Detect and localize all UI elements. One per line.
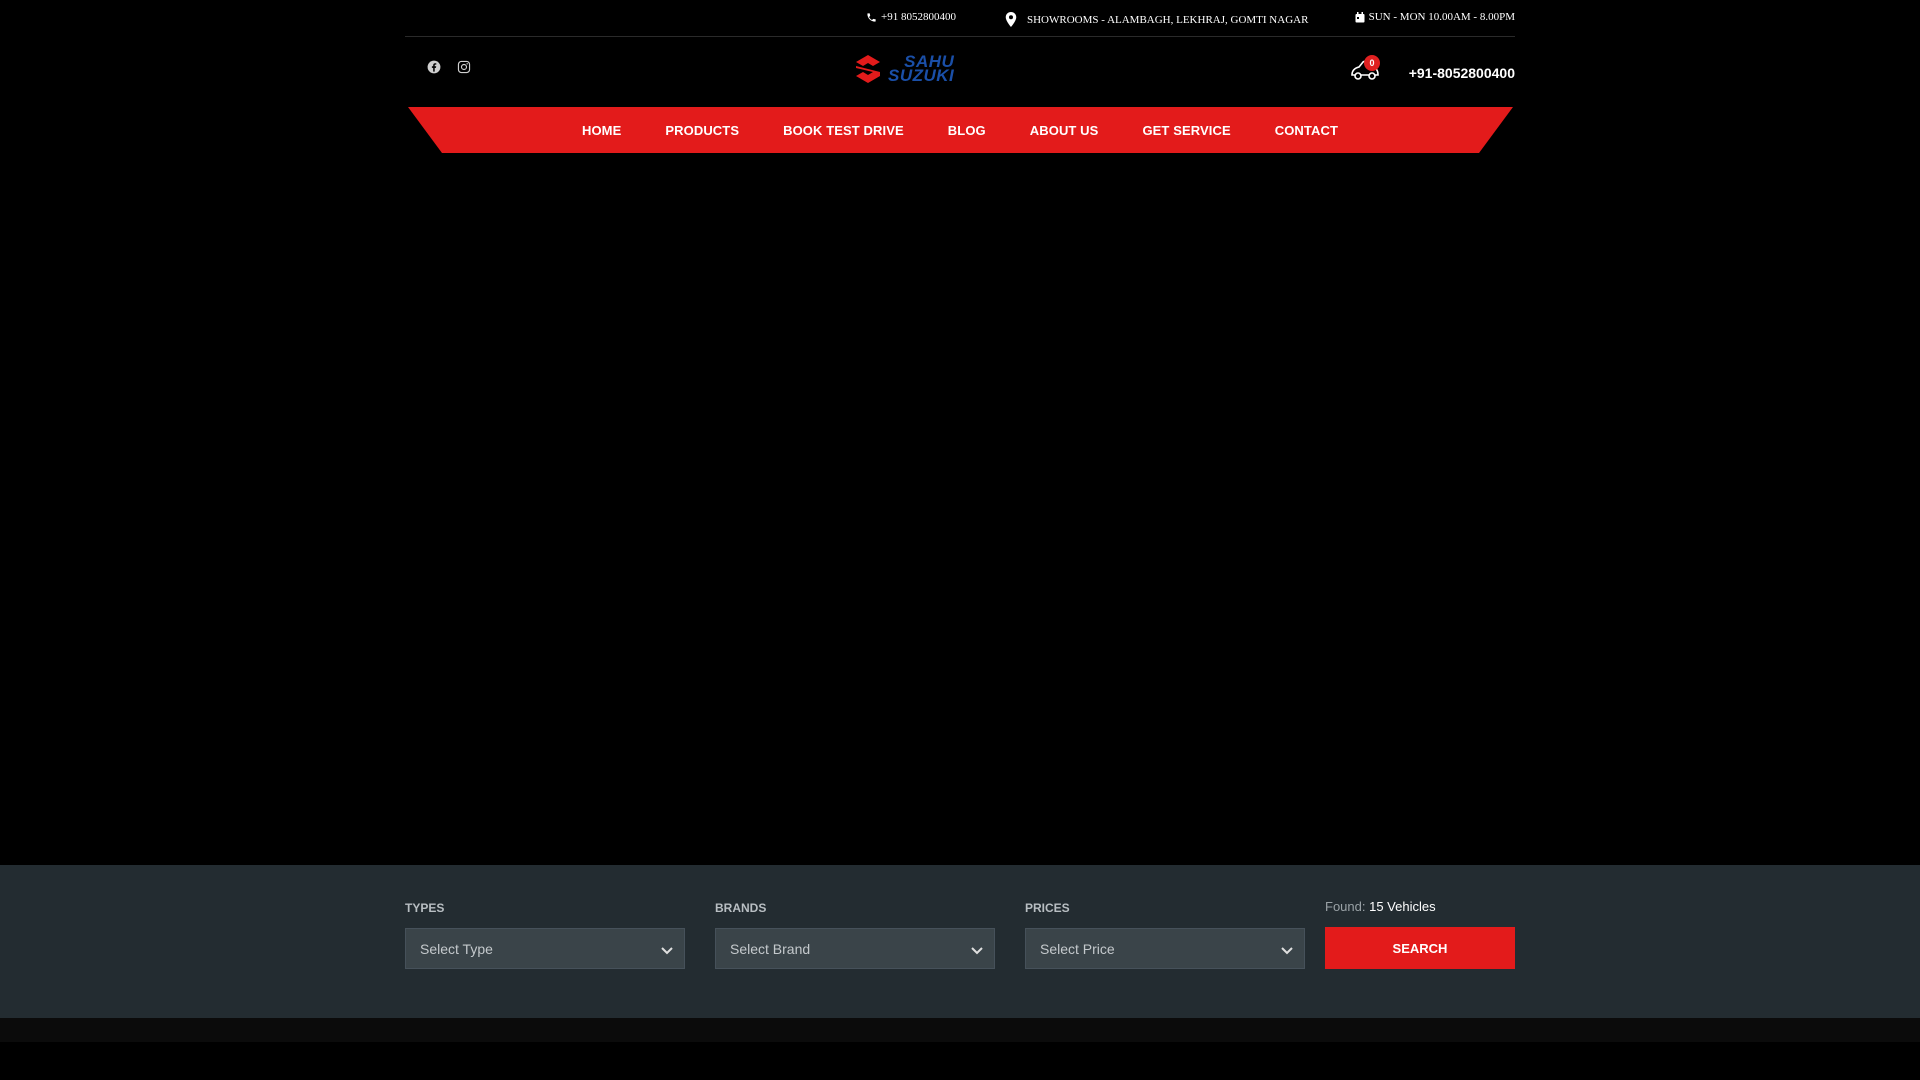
topbar-phone[interactable]: +91 8052800400 <box>866 11 956 23</box>
nav-item-get-service[interactable]: GET SERVICE <box>1120 123 1252 138</box>
prices-label: PRICES <box>1025 901 1070 915</box>
types-select[interactable]: Select Type <box>405 928 685 969</box>
page-bottom-strip <box>0 1018 1920 1042</box>
cart-count-badge: 0 <box>1364 55 1380 71</box>
cart-button[interactable]: 0 <box>1350 55 1382 83</box>
site-logo[interactable]: SAHU SUZUKI <box>854 53 955 85</box>
top-bar: +91 8052800400 SHOWROOMS - ALAMBAGH, LEK… <box>405 0 1515 37</box>
topbar-phone-text: +91 8052800400 <box>881 11 956 23</box>
prices-select-value: Select Price <box>1040 941 1115 957</box>
prices-select[interactable]: Select Price <box>1025 928 1305 969</box>
nav-item-blog[interactable]: BLOG <box>926 123 1008 138</box>
vehicle-search-panel: TYPES Select Type BRANDS Select Brand PR… <box>0 865 1920 1018</box>
nav-item-home[interactable]: HOME <box>560 123 643 138</box>
types-select-value: Select Type <box>420 941 493 957</box>
nav-item-about-us[interactable]: ABOUT US <box>1008 123 1121 138</box>
logo-line-2: SUZUKI <box>888 66 955 85</box>
header-phone[interactable]: +91-8052800400 <box>1409 65 1515 81</box>
search-panel-inner: TYPES Select Type BRANDS Select Brand PR… <box>405 865 1515 1018</box>
nav-items: HOME PRODUCTS BOOK TEST DRIVE BLOG ABOUT… <box>405 107 1515 153</box>
phone-icon <box>867 12 876 22</box>
location-pin-icon <box>1005 12 1017 27</box>
chevron-down-icon <box>661 947 673 955</box>
brands-label: BRANDS <box>715 901 767 915</box>
hero-banner <box>0 153 1920 865</box>
suzuki-s-logo-icon <box>856 55 880 83</box>
calendar-icon <box>1355 11 1365 22</box>
search-button[interactable]: SEARCH <box>1325 927 1515 969</box>
nav-item-contact[interactable]: CONTACT <box>1253 123 1360 138</box>
site-header: SAHU SUZUKI 0 +91-8052800400 <box>405 37 1515 107</box>
topbar-address: SHOWROOMS - ALAMBAGH, LEKHRAJ, GOMTI NAG… <box>1005 12 1308 27</box>
logo-wordmark: SAHU SUZUKI <box>888 53 955 85</box>
facebook-icon[interactable] <box>427 60 441 74</box>
found-count: Found: 15 Vehicles <box>1325 899 1436 914</box>
topbar-hours-text: SUN - MON 10.00AM - 8.00PM <box>1368 11 1515 23</box>
found-count-value: 15 Vehicles <box>1369 899 1436 914</box>
topbar-hours: SUN - MON 10.00AM - 8.00PM <box>1355 11 1515 23</box>
instagram-icon[interactable] <box>457 60 471 74</box>
main-nav: HOME PRODUCTS BOOK TEST DRIVE BLOG ABOUT… <box>405 107 1515 153</box>
types-label: TYPES <box>405 901 445 915</box>
nav-item-products[interactable]: PRODUCTS <box>643 123 761 138</box>
brands-select[interactable]: Select Brand <box>715 928 995 969</box>
topbar-address-text: SHOWROOMS - ALAMBAGH, LEKHRAJ, GOMTI NAG… <box>1027 13 1309 26</box>
nav-item-book-test-drive[interactable]: BOOK TEST DRIVE <box>761 123 926 138</box>
brands-select-value: Select Brand <box>730 941 811 957</box>
found-label: Found: <box>1325 899 1366 914</box>
chevron-down-icon <box>971 947 983 955</box>
chevron-down-icon <box>1281 947 1293 955</box>
social-links <box>427 60 471 74</box>
